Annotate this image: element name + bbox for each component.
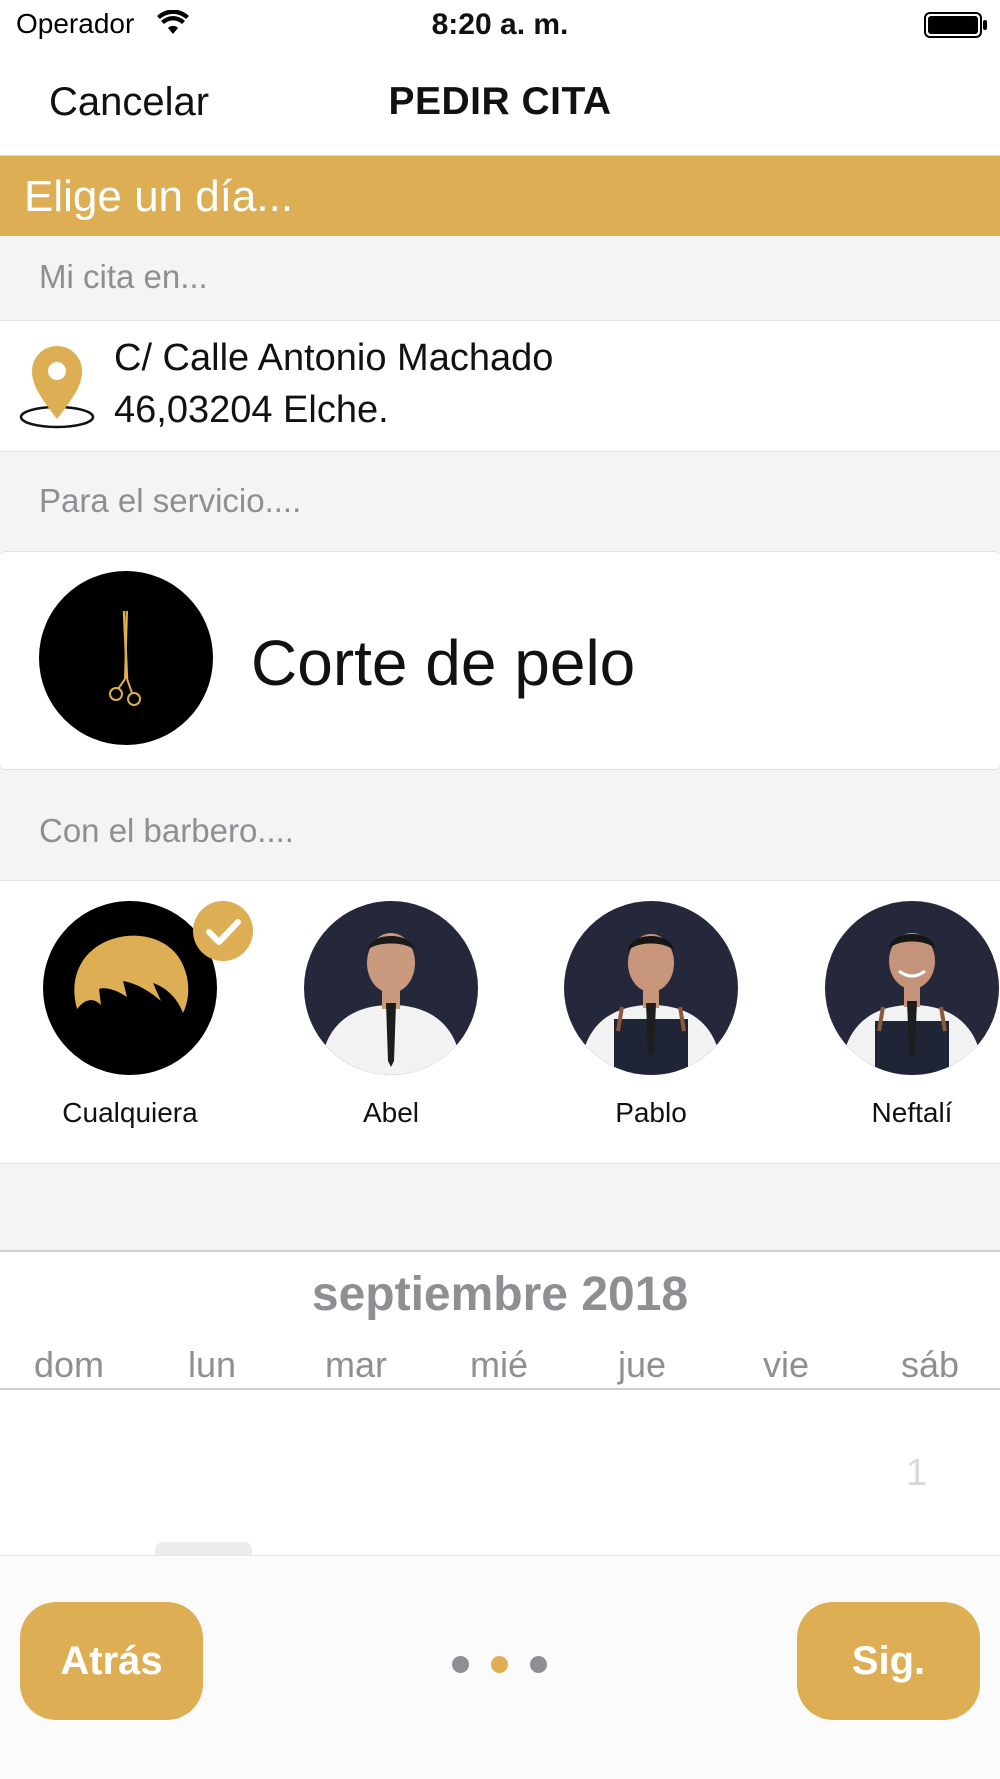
navigation-bar: Cancelar PEDIR CITA bbox=[0, 50, 1000, 156]
barber-name: Abel bbox=[362, 1097, 420, 1128]
address-line-2: 46,03204 Elche. bbox=[114, 389, 389, 431]
back-button[interactable]: Atrás bbox=[20, 1602, 203, 1720]
weekday-label: vie bbox=[762, 1344, 810, 1385]
barber-name: Pablo bbox=[615, 1097, 687, 1128]
weekday-label: jue bbox=[617, 1344, 667, 1385]
page-title: PEDIR CITA bbox=[388, 80, 612, 123]
step-banner: Elige un día... bbox=[0, 156, 1000, 236]
bottom-bar: Atrás Sig. bbox=[0, 1555, 1000, 1779]
location-card[interactable]: C/ Calle Antonio Machado 46,03204 Elche. bbox=[0, 320, 1000, 452]
next-button[interactable]: Sig. bbox=[797, 1602, 980, 1720]
selected-check-icon bbox=[193, 901, 253, 961]
weekday-label: mié bbox=[469, 1344, 528, 1385]
battery-icon bbox=[924, 12, 988, 43]
calendar-day[interactable]: 1 bbox=[906, 1452, 927, 1495]
status-bar: Operador 8:20 a. m. bbox=[0, 0, 1000, 50]
barber-option-neftali[interactable]: Neftalí bbox=[822, 901, 1000, 1129]
location-section-label: Mi cita en... bbox=[39, 258, 208, 295]
calendar: septiembre 2018 dom lun mar mié jue vie … bbox=[0, 1250, 1000, 1558]
barber-section-label: Con el barbero.... bbox=[39, 812, 294, 849]
weekday-label: sáb bbox=[900, 1344, 960, 1385]
barber-avatar bbox=[304, 901, 478, 1075]
weekday-label: mar bbox=[325, 1344, 387, 1385]
page-indicator-dot bbox=[530, 1656, 547, 1673]
barber-avatar bbox=[825, 901, 999, 1075]
barber-option-pablo[interactable]: Pablo bbox=[561, 901, 741, 1129]
page-indicator-dot bbox=[452, 1656, 469, 1673]
barber-avatar bbox=[564, 901, 738, 1075]
service-card[interactable]: Corte de pelo bbox=[0, 551, 1000, 770]
calendar-weekday-header: dom lun mar mié jue vie sáb bbox=[0, 1344, 1000, 1390]
step-banner-text: Elige un día... bbox=[24, 172, 294, 221]
calendar-month-title: septiembre 2018 bbox=[311, 1268, 689, 1321]
hair-icon bbox=[43, 901, 217, 1075]
weekday-label: dom bbox=[33, 1344, 105, 1385]
service-section-label: Para el servicio.... bbox=[39, 482, 302, 519]
page-indicator-dot-active bbox=[491, 1656, 508, 1673]
barber-option-abel[interactable]: Abel bbox=[301, 901, 481, 1129]
service-name: Corte de pelo bbox=[251, 627, 636, 699]
location-pin-icon bbox=[18, 337, 96, 438]
barber-name: Cualquiera bbox=[62, 1097, 198, 1128]
address-line-1: C/ Calle Antonio Machado bbox=[114, 337, 554, 379]
weekday-label: lun bbox=[187, 1344, 237, 1385]
clock-time: 8:20 a. m. bbox=[431, 8, 569, 41]
barber-name: Neftalí bbox=[871, 1097, 953, 1128]
scissors-icon bbox=[39, 571, 213, 745]
barber-list: Cualquiera Abel Pablo Neftalí bbox=[0, 880, 1000, 1164]
